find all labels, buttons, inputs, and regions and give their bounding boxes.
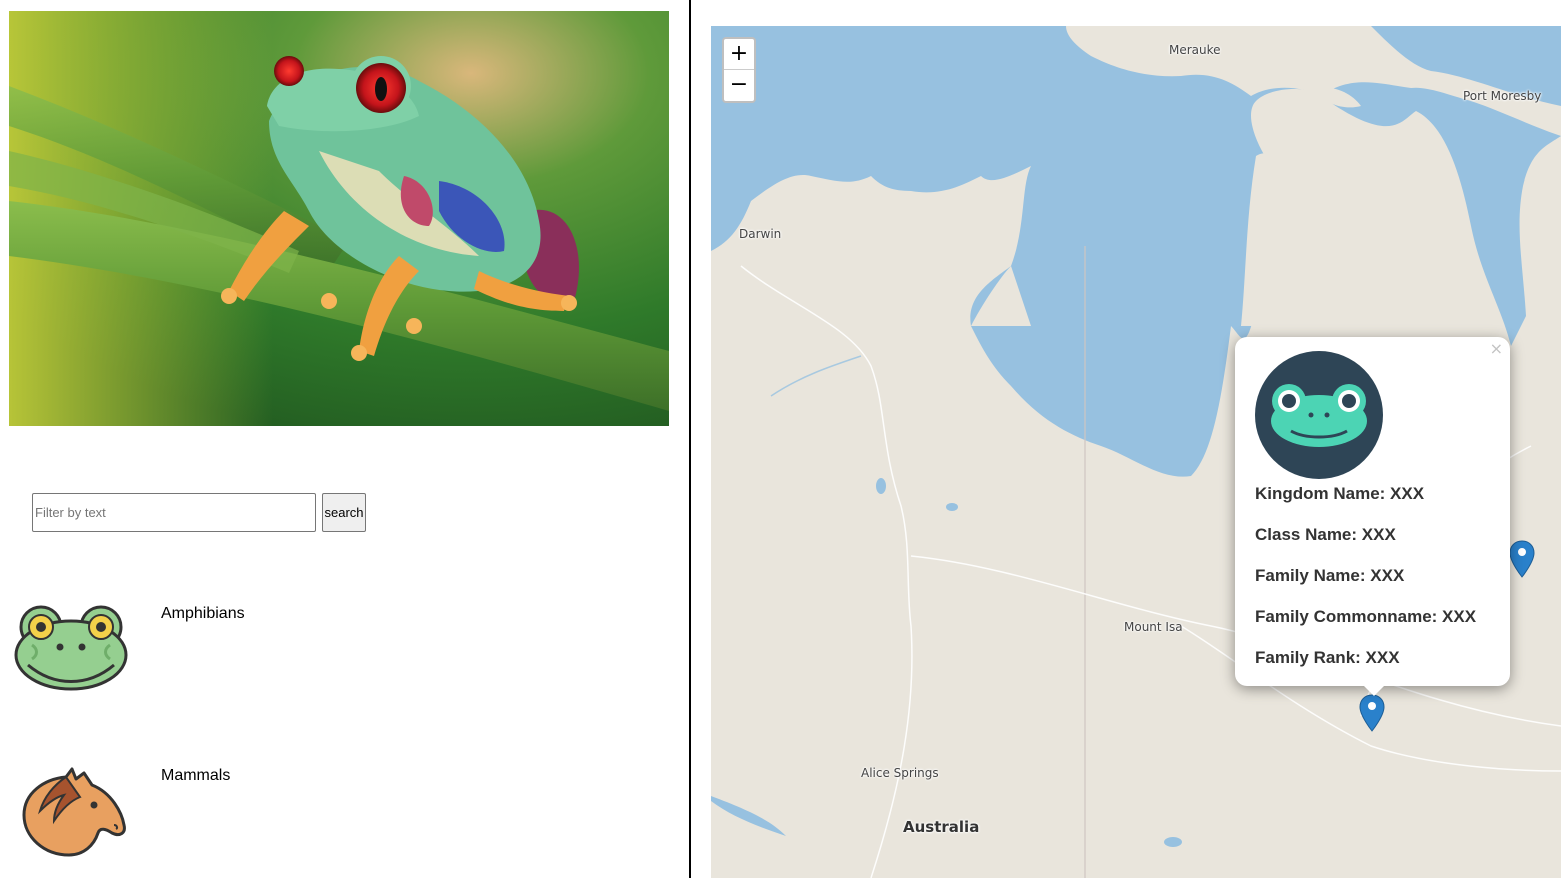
zoom-control: + − (722, 37, 756, 103)
place-label-australia: Australia (903, 818, 980, 836)
left-panel: search Amphibians Mammals (0, 0, 689, 878)
popup-field-family-commonname: Family Commonname: XXX (1255, 607, 1477, 626)
category-item-amphibians[interactable]: Amphibians (14, 605, 654, 715)
map-marker-icon[interactable] (1509, 540, 1535, 578)
popup-field-kingdom: Kingdom Name: XXX (1255, 484, 1425, 503)
frog-icon (14, 605, 128, 691)
popup-field-family: Family Name: XXX (1255, 566, 1405, 585)
map-popup: × Kingdom Name: XXX Class Name: XXX Fami… (1235, 337, 1510, 686)
filter-input[interactable] (32, 493, 316, 532)
place-label-mount-isa: Mount Isa (1124, 620, 1183, 634)
popup-field-family-rank: Family Rank: XXX (1255, 648, 1400, 667)
place-label-alice-springs: Alice Springs (861, 766, 939, 780)
search-button[interactable]: search (322, 493, 366, 532)
frog-avatar-icon (1255, 351, 1383, 479)
place-label-port-moresby: Port Moresby (1463, 89, 1542, 103)
place-label-darwin: Darwin (739, 227, 782, 241)
popup-tip (1363, 685, 1385, 696)
horse-icon (22, 767, 126, 857)
hero-frog-photo (9, 11, 669, 426)
category-label: Mammals (161, 767, 231, 784)
category-item-mammals[interactable]: Mammals (14, 767, 654, 877)
zoom-out-button[interactable]: − (724, 70, 754, 100)
place-label-merauke: Merauke (1169, 43, 1221, 57)
map-marker-icon[interactable] (1359, 694, 1385, 732)
map-view[interactable]: + − Merauke Port Moresby Darwin Mount Is… (711, 26, 1561, 878)
close-icon[interactable]: × (1490, 339, 1503, 358)
category-label: Amphibians (161, 605, 245, 622)
zoom-in-button[interactable]: + (724, 39, 754, 70)
panel-divider (689, 0, 691, 878)
popup-field-class: Class Name: XXX (1255, 525, 1396, 544)
